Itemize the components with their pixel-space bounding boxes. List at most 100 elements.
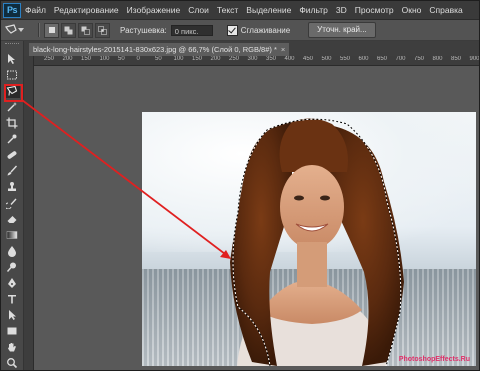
ruler-mark: 400 xyxy=(284,56,295,62)
ruler-mark: 0 xyxy=(136,56,140,62)
ruler-mark: 800 xyxy=(432,56,443,62)
feather-label: Растушевка: xyxy=(120,25,167,35)
ruler-mark: 450 xyxy=(303,56,314,62)
hand-tool-icon xyxy=(8,343,16,352)
toolbar-grip[interactable] xyxy=(5,43,19,50)
ruler-mark: 250 xyxy=(44,56,55,62)
healing-brush-tool-icon xyxy=(7,151,17,159)
options-bar: Растушевка: 0 пикс. Сглаживание Уточн. к… xyxy=(1,20,479,41)
subtract-selection-icon xyxy=(81,26,90,35)
blur-tool[interactable] xyxy=(4,244,20,258)
shape-tool[interactable] xyxy=(4,324,20,338)
hand-tool[interactable] xyxy=(4,340,20,354)
zoom-tool[interactable] xyxy=(4,356,20,370)
feather-input[interactable]: 0 пикс. xyxy=(170,24,213,36)
ruler-mark: 200 xyxy=(210,56,221,62)
ruler-mark: 850 xyxy=(451,56,462,62)
pen-tool-icon xyxy=(8,278,16,288)
eyedropper-tool[interactable] xyxy=(4,132,20,146)
history-brush-tool[interactable] xyxy=(4,196,20,210)
menu-select[interactable]: Выделение xyxy=(246,5,291,15)
tool-preset-picker[interactable] xyxy=(4,22,34,38)
close-icon[interactable]: × xyxy=(281,45,285,54)
marquee-tool-icon xyxy=(7,70,17,80)
pen-tool[interactable] xyxy=(4,276,20,290)
crop-tool-icon xyxy=(6,117,18,129)
history-brush-tool-icon xyxy=(6,198,17,209)
crop-tool[interactable] xyxy=(4,116,20,130)
dodge-tool[interactable] xyxy=(4,260,20,274)
ruler-mark: 150 xyxy=(81,56,92,62)
ruler-mark: 500 xyxy=(321,56,332,62)
dodge-tool-icon xyxy=(6,262,16,272)
ruler-mark: 100 xyxy=(173,56,184,62)
intersect-selection-button[interactable] xyxy=(95,22,110,38)
ruler-mark: 300 xyxy=(247,56,258,62)
ruler-mark: 100 xyxy=(99,56,110,62)
magic-wand-tool[interactable] xyxy=(4,100,20,114)
new-selection-button[interactable] xyxy=(44,22,59,38)
menu-image[interactable]: Изображение xyxy=(127,5,181,15)
add-selection-icon xyxy=(64,26,73,34)
marquee-tool[interactable] xyxy=(4,68,20,82)
blur-tool-icon xyxy=(8,246,16,257)
watermark: PhotoshopEffects.Ru xyxy=(398,356,470,363)
move-tool[interactable] xyxy=(4,52,20,66)
move-tool-icon xyxy=(8,54,15,64)
chevron-down-icon xyxy=(18,28,24,32)
antialias-checkbox[interactable] xyxy=(226,24,238,36)
add-selection-button[interactable] xyxy=(61,22,76,38)
menu-bar: Ps Файл Редактирование Изображение Слои … xyxy=(1,1,479,20)
type-tool-icon xyxy=(8,295,16,304)
antialias-label: Сглаживание xyxy=(240,25,291,35)
document-tab[interactable]: black-long-hairstyles-2015141-830x623.jp… xyxy=(29,43,290,56)
horizontal-ruler[interactable]: 250 200 150 100 50 0 50 100 150 200 250 300 350 400 45… xyxy=(34,56,479,66)
menu-file[interactable]: Файл xyxy=(25,5,46,15)
path-selection-tool-icon xyxy=(9,310,16,320)
ruler-mark: 350 xyxy=(266,56,277,62)
ruler-mark: 250 xyxy=(229,56,240,62)
document-tab-bar: black-long-hairstyles-2015141-830x623.jp… xyxy=(24,41,479,56)
shape-tool-icon xyxy=(7,327,17,335)
menu-view[interactable]: Просмотр xyxy=(355,5,394,15)
menu-3d[interactable]: 3D xyxy=(336,5,347,15)
eyedropper-tool-icon xyxy=(7,134,17,144)
ruler-mark: 700 xyxy=(395,56,406,62)
menu-window[interactable]: Окно xyxy=(402,5,422,15)
photoshop-window: Ps Файл Редактирование Изображение Слои … xyxy=(0,0,480,371)
zoom-tool-icon xyxy=(7,358,18,369)
intersect-selection-icon xyxy=(98,25,107,35)
ruler-mark: 750 xyxy=(414,56,425,62)
healing-brush-tool[interactable] xyxy=(4,148,20,162)
ruler-mark: 900 xyxy=(469,56,480,62)
menu-layers[interactable]: Слои xyxy=(188,5,209,15)
brush-tool[interactable] xyxy=(4,164,20,178)
menu-help[interactable]: Справка xyxy=(429,5,462,15)
eraser-tool[interactable] xyxy=(4,212,20,226)
portrait-photo xyxy=(230,118,404,366)
new-selection-icon xyxy=(48,27,55,33)
path-selection-tool[interactable] xyxy=(4,308,20,322)
magic-wand-tool-icon xyxy=(7,102,17,112)
lasso-tool-highlight xyxy=(4,84,23,102)
menu-filter[interactable]: Фильтр xyxy=(299,5,328,15)
eraser-tool-icon xyxy=(7,216,17,223)
refine-edge-button[interactable]: Уточн. край... xyxy=(308,22,376,38)
vertical-ruler[interactable] xyxy=(24,56,34,370)
brush-tool-icon xyxy=(7,165,18,176)
type-tool[interactable] xyxy=(4,292,20,306)
ruler-mark: 50 xyxy=(155,56,162,62)
lasso-preset-icon xyxy=(5,24,17,34)
subtract-selection-button[interactable] xyxy=(78,22,93,38)
document-canvas[interactable]: PhotoshopEffects.Ru xyxy=(142,112,476,366)
menu-edit[interactable]: Редактирование xyxy=(54,5,119,15)
menu-type[interactable]: Текст xyxy=(217,5,238,15)
ruler-mark: 650 xyxy=(377,56,388,62)
clone-stamp-tool[interactable] xyxy=(4,180,20,194)
photoshop-logo: Ps xyxy=(3,2,21,18)
document-tab-title: black-long-hairstyles-2015141-830x623.jp… xyxy=(33,45,277,54)
ruler-mark: 600 xyxy=(358,56,369,62)
gradient-tool-icon xyxy=(6,231,18,239)
gradient-tool[interactable] xyxy=(4,228,20,242)
divider xyxy=(38,23,40,37)
